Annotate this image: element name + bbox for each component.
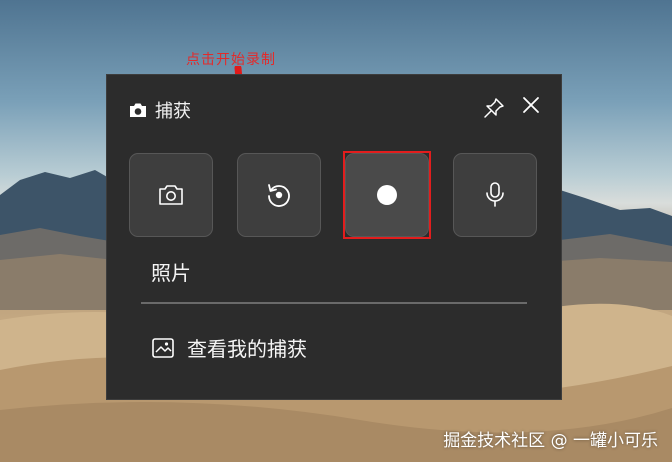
microphone-button[interactable] (453, 153, 537, 237)
microphone-icon (486, 182, 504, 207)
mode-label: 照片 (151, 261, 191, 285)
panel-header: 捕获 (129, 97, 191, 123)
capture-panel: 捕获 照片 查看我的捕获 (106, 74, 562, 400)
close-icon[interactable] (521, 95, 541, 115)
divider (141, 302, 527, 304)
pin-icon[interactable] (483, 97, 505, 119)
replay-icon (268, 184, 290, 207)
gallery-icon (152, 337, 174, 358)
watermark: 掘金技术社区 @ 一罐小可乐 (443, 431, 658, 451)
start-recording-button[interactable] (345, 153, 429, 237)
camera-icon (159, 185, 183, 205)
screenshot-button[interactable] (129, 153, 213, 237)
record-last-button[interactable] (237, 153, 321, 237)
camera-small-icon (130, 103, 146, 117)
view-captures-label: 查看我的捕获 (187, 337, 307, 361)
panel-title: 捕获 (155, 101, 191, 122)
view-captures-link[interactable]: 查看我的捕获 (151, 333, 307, 362)
record-icon (377, 185, 397, 205)
